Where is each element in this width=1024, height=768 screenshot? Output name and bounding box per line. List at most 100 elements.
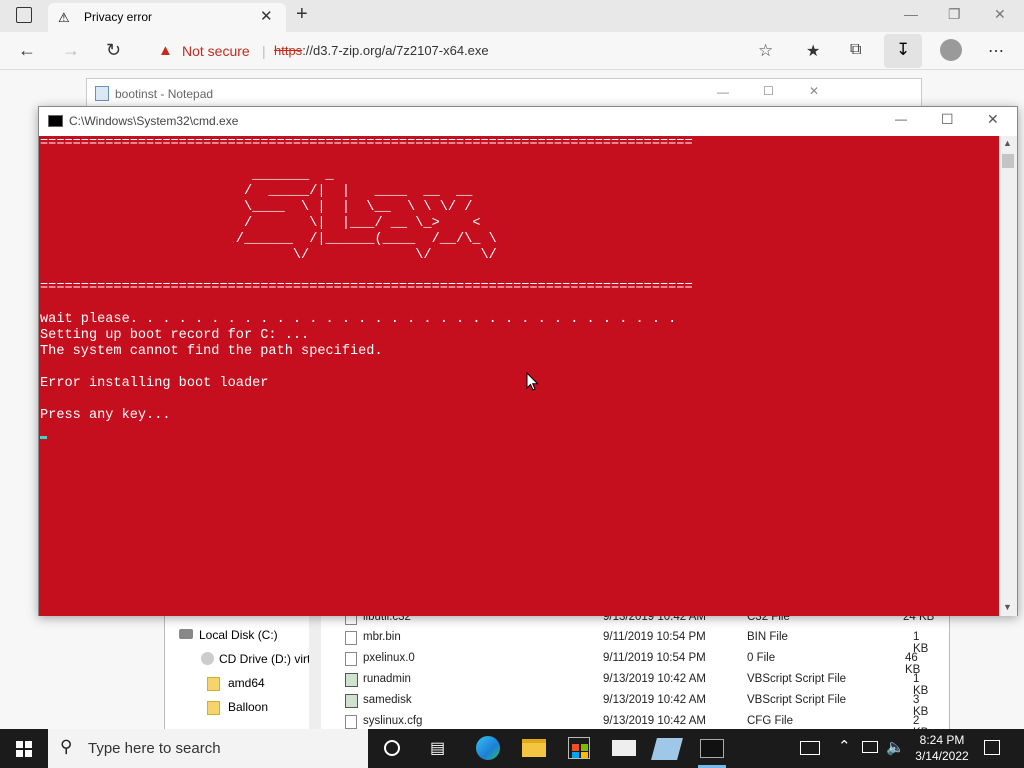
notepad-taskbar-icon[interactable] bbox=[651, 738, 683, 760]
console-line: Error installing boot loader bbox=[40, 376, 269, 391]
console-line: ========================================… bbox=[40, 280, 693, 295]
notepad-maximize-icon[interactable]: ☐ bbox=[763, 84, 774, 98]
network-icon[interactable] bbox=[862, 741, 878, 753]
file-date: 9/13/2019 10:42 AM bbox=[603, 673, 706, 685]
downloads-button[interactable]: ↧ bbox=[884, 34, 922, 68]
url-rest: ://d3.7-zip.org/a/7z2107-x64.exe bbox=[302, 43, 489, 58]
folder-icon bbox=[207, 676, 220, 691]
console-scrollbar[interactable]: ▲ ▼ bbox=[999, 136, 1017, 616]
more-icon[interactable]: ⋯ bbox=[988, 41, 1004, 61]
console-output[interactable]: ========================================… bbox=[39, 136, 999, 616]
volume-icon[interactable]: 🔈 bbox=[886, 738, 905, 756]
tree-item-label: Balloon bbox=[228, 700, 269, 714]
notepad-icon bbox=[95, 86, 109, 101]
favorites-icon[interactable]: ★ bbox=[806, 41, 820, 61]
cmd-minimize-icon[interactable]: — bbox=[895, 112, 907, 126]
keyboard-icon[interactable] bbox=[800, 741, 820, 755]
script-file-icon bbox=[345, 694, 358, 708]
file-name: syslinux.cfg bbox=[363, 715, 423, 727]
cd-drive-icon bbox=[201, 652, 214, 665]
list-item[interactable]: samedisk 9/13/2019 10:42 AM VBScript Scr… bbox=[345, 692, 935, 718]
profile-avatar[interactable] bbox=[940, 39, 962, 61]
file-type: CFG File bbox=[747, 715, 793, 727]
collections-icon[interactable]: ⧉ bbox=[850, 41, 861, 59]
minimize-icon[interactable]: — bbox=[904, 6, 918, 22]
file-name: samedisk bbox=[363, 694, 412, 706]
close-icon[interactable]: ✕ bbox=[994, 6, 1006, 23]
tree-item-label: Local Disk (C:) bbox=[199, 628, 278, 642]
tree-item-cd-drive[interactable]: CD Drive (D:) virt bbox=[201, 652, 310, 666]
tree-item-label: amd64 bbox=[228, 676, 265, 690]
cmd-window[interactable]: C:\Windows\System32\cmd.exe — ☐ ✕ ======… bbox=[38, 106, 1018, 616]
security-label[interactable]: Not secure bbox=[182, 43, 250, 59]
tab-privacy-error[interactable]: ⚠ Privacy error ✕ bbox=[48, 3, 286, 32]
list-item[interactable]: runadmin 9/13/2019 10:42 AM VBScript Scr… bbox=[345, 671, 935, 697]
tree-item-local-disk[interactable]: Local Disk (C:) bbox=[179, 628, 278, 642]
cortana-icon[interactable] bbox=[384, 740, 400, 756]
console-line: Setting up boot record for C: ... bbox=[40, 328, 310, 343]
script-file-icon bbox=[345, 673, 358, 687]
warning-page-icon: ⚠ bbox=[58, 10, 70, 25]
search-icon: ⚲ bbox=[60, 737, 73, 756]
file-explorer-icon[interactable] bbox=[522, 739, 546, 757]
console-line: Press any key... bbox=[40, 408, 171, 423]
clock[interactable]: 8:24 PM 3/14/2022 bbox=[904, 732, 980, 764]
close-tab-icon[interactable]: ✕ bbox=[260, 7, 273, 25]
file-icon bbox=[345, 715, 357, 729]
notifications-icon[interactable] bbox=[984, 740, 1000, 755]
cmd-icon bbox=[48, 115, 63, 127]
list-item[interactable]: mbr.bin 9/11/2019 10:54 PM BIN File 1 KB bbox=[345, 629, 935, 655]
search-placeholder: Type here to search bbox=[88, 740, 221, 757]
new-tab-icon[interactable]: + bbox=[296, 3, 308, 26]
url-text[interactable]: https://d3.7-zip.org/a/7z2107-x64.exe bbox=[274, 43, 489, 58]
taskbar: ⚲ Type here to search ▤ ⌃ 🔈 8:24 PM 3/14… bbox=[0, 729, 1024, 768]
edge-icon[interactable] bbox=[476, 736, 500, 760]
file-icon bbox=[345, 631, 357, 645]
file-type: BIN File bbox=[747, 631, 788, 643]
forward-icon[interactable]: → bbox=[62, 40, 80, 61]
tree-item-balloon[interactable]: Balloon bbox=[207, 700, 268, 715]
refresh-icon[interactable]: ↻ bbox=[106, 40, 121, 61]
start-windows-icon[interactable] bbox=[16, 741, 32, 757]
console-line: \/ \/ \/ bbox=[40, 248, 497, 263]
notepad-minimize-icon[interactable]: — bbox=[717, 85, 729, 99]
mouse-pointer-icon bbox=[526, 372, 539, 391]
tab-title: Privacy error bbox=[84, 10, 153, 24]
console-line: The system cannot find the path specifie… bbox=[40, 344, 383, 359]
tab-actions-icon[interactable] bbox=[16, 7, 32, 23]
scroll-down-icon[interactable]: ▼ bbox=[1003, 602, 1012, 612]
address-bar[interactable]: ▲ Not secure | https://d3.7-zip.org/a/7z… bbox=[146, 36, 786, 66]
nav-pane-scrollbar[interactable] bbox=[309, 611, 321, 731]
back-icon[interactable]: ← bbox=[18, 40, 36, 61]
notepad-window[interactable]: bootinst - Notepad — ☐ ✕ bbox=[86, 78, 922, 108]
tab-bar: ⚠ Privacy error ✕ + — ❐ ✕ bbox=[0, 0, 1024, 32]
mail-icon[interactable] bbox=[612, 740, 636, 756]
tree-item-amd64[interactable]: amd64 bbox=[207, 676, 265, 691]
task-view-icon[interactable]: ▤ bbox=[430, 738, 445, 758]
file-name: runadmin bbox=[363, 673, 411, 685]
console-lines: ========================================… bbox=[40, 136, 999, 424]
chevron-up-icon[interactable]: ⌃ bbox=[838, 737, 851, 755]
list-item[interactable]: pxelinux.0 9/11/2019 10:54 PM 0 File 46 … bbox=[345, 650, 935, 676]
drive-icon bbox=[179, 629, 193, 639]
scroll-up-icon[interactable]: ▲ bbox=[1003, 138, 1012, 148]
file-list: libutil.c32 9/13/2019 10:42 AM C32 File … bbox=[335, 611, 935, 739]
cmd-close-icon[interactable]: ✕ bbox=[987, 111, 999, 128]
restore-icon[interactable]: ❐ bbox=[948, 6, 961, 23]
taskbar-search-box[interactable]: ⚲ Type here to search bbox=[48, 729, 368, 768]
file-date: 9/11/2019 10:54 PM bbox=[603, 652, 706, 664]
scroll-thumb[interactable] bbox=[1002, 154, 1014, 168]
console-line: _______ _ bbox=[40, 168, 334, 183]
cmd-maximize-icon[interactable]: ☐ bbox=[941, 111, 954, 128]
cmd-taskbar-icon[interactable] bbox=[700, 739, 724, 758]
store-icon[interactable] bbox=[568, 737, 590, 759]
navigation-pane: Local Disk (C:) CD Drive (D:) virt amd64… bbox=[165, 611, 315, 731]
notepad-close-icon[interactable]: ✕ bbox=[809, 84, 819, 98]
file-icon bbox=[345, 652, 357, 666]
folder-icon bbox=[207, 700, 220, 715]
file-date: 9/13/2019 10:42 AM bbox=[603, 715, 706, 727]
add-favorite-icon[interactable]: ☆ bbox=[758, 41, 773, 61]
